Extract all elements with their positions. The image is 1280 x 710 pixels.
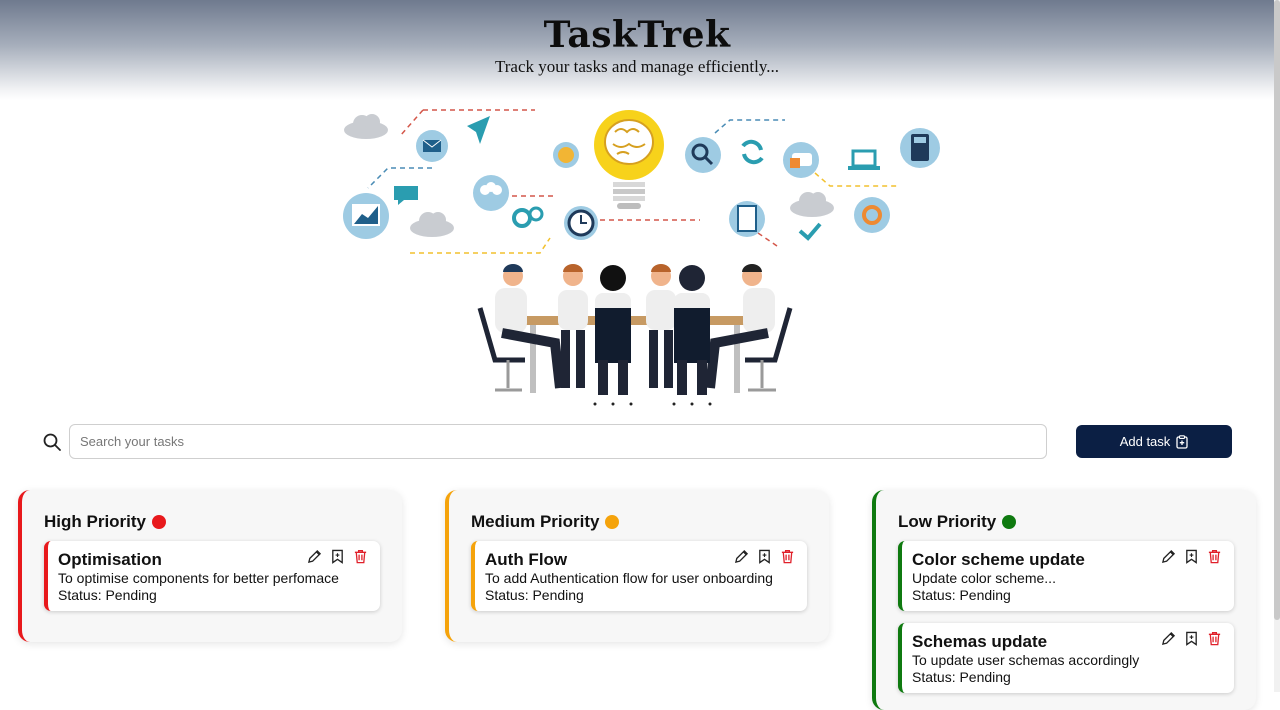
bookmark-icon[interactable]: [330, 549, 345, 564]
task-status: Status: Pending: [912, 587, 1011, 603]
task-card[interactable]: Optimisation To optimise components for …: [44, 541, 380, 611]
column-header: Medium Priority: [471, 512, 620, 532]
priority-dot-green: [1002, 515, 1017, 529]
task-description: To optimise components for better perfom…: [58, 570, 339, 586]
search-icon[interactable]: [42, 432, 62, 452]
scrollbar-thumb[interactable]: [1274, 0, 1280, 620]
priority-dot-red: [152, 515, 167, 529]
bookmark-icon[interactable]: [757, 549, 772, 564]
edit-icon[interactable]: [1161, 631, 1176, 646]
search-input[interactable]: [69, 424, 1047, 459]
delete-icon[interactable]: [1207, 549, 1222, 564]
task-description: To add Authentication flow for user onbo…: [485, 570, 773, 586]
task-description: Update color scheme...: [912, 570, 1056, 586]
edit-icon[interactable]: [1161, 549, 1176, 564]
task-description: To update user schemas accordingly: [912, 652, 1140, 668]
task-card[interactable]: Auth Flow To add Authentication flow for…: [471, 541, 807, 611]
clipboard-plus-icon: [1176, 434, 1188, 449]
task-actions: [307, 549, 368, 564]
high-priority-column: High Priority Optimisation To optimise c…: [18, 490, 402, 642]
task-card[interactable]: Schemas update To update user schemas ac…: [898, 623, 1234, 693]
task-actions: [734, 549, 795, 564]
task-actions: [1161, 549, 1222, 564]
scrollbar[interactable]: [1274, 0, 1280, 692]
delete-icon[interactable]: [353, 549, 368, 564]
column-header: Low Priority: [898, 512, 1017, 532]
task-status: Status: Pending: [485, 587, 584, 603]
app-title: TaskTrek: [543, 14, 731, 56]
add-task-label: Add task: [1119, 434, 1171, 449]
bookmark-icon[interactable]: [1184, 631, 1199, 646]
bookmark-icon[interactable]: [1184, 549, 1199, 564]
column-title: High Priority: [44, 512, 147, 531]
task-status: Status: Pending: [912, 669, 1011, 685]
delete-icon[interactable]: [780, 549, 795, 564]
app-subtitle: Track your tasks and manage efficiently.…: [494, 57, 780, 76]
task-card[interactable]: Color scheme update Update color scheme.…: [898, 541, 1234, 611]
hero-illustration: [343, 109, 940, 406]
column-title: Low Priority: [898, 512, 997, 531]
column-title: Medium Priority: [471, 512, 600, 531]
medium-priority-column: Medium Priority Auth Flow To add Authent…: [445, 490, 829, 642]
edit-icon[interactable]: [734, 549, 749, 564]
priority-dot-orange: [605, 515, 620, 529]
low-priority-column: Low Priority Color scheme update Update …: [872, 490, 1256, 710]
column-header: High Priority: [44, 512, 167, 532]
task-status: Status: Pending: [58, 587, 157, 603]
edit-icon[interactable]: [307, 549, 322, 564]
add-task-button[interactable]: Add task: [1076, 425, 1232, 458]
delete-icon[interactable]: [1207, 631, 1222, 646]
task-actions: [1161, 631, 1222, 646]
